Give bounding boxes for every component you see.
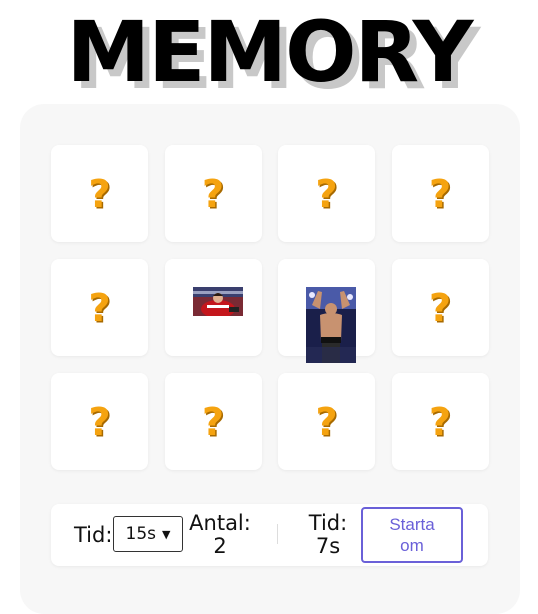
memory-card-12[interactable]: ?	[391, 373, 489, 470]
page-title: MEMORY	[66, 3, 474, 101]
question-mark-icon: ?	[428, 399, 452, 444]
restart-button[interactable]: Starta om	[361, 507, 463, 563]
question-mark-icon: ?	[201, 399, 225, 444]
elapsed-time: Tid: 7s	[286, 512, 370, 558]
question-mark-icon: ?	[315, 171, 338, 216]
divider	[277, 524, 278, 544]
memory-card-7-revealed[interactable]	[278, 259, 375, 363]
memory-card-2[interactable]: ?	[164, 145, 262, 242]
memory-card-11[interactable]: ?	[278, 373, 375, 470]
question-mark-icon: ?	[428, 285, 452, 330]
pair-count: Antal: 2	[188, 512, 252, 558]
memory-card-8[interactable]: ?	[391, 259, 489, 356]
memory-card-3[interactable]: ?	[278, 145, 375, 242]
memory-card-9[interactable]: ?	[51, 373, 148, 470]
restart-label-line2: om	[400, 536, 424, 555]
question-mark-icon: ?	[88, 399, 111, 444]
card-grid: ? ? ? ? ? ? ? ? ? ?	[51, 145, 489, 470]
question-mark-icon: ?	[88, 285, 111, 330]
pair-count-label: Antal:	[189, 511, 251, 535]
memory-card-6-revealed[interactable]	[164, 259, 262, 356]
elapsed-time-label: Tid:	[308, 511, 348, 535]
time-limit-select[interactable]: 15s ▼	[113, 516, 183, 552]
question-mark-icon: ?	[201, 171, 225, 216]
memory-card-1[interactable]: ?	[51, 145, 148, 242]
question-mark-icon: ?	[315, 399, 338, 444]
question-mark-icon: ?	[428, 171, 452, 216]
restart-label-line1: Starta	[389, 515, 435, 534]
chevron-down-icon: ▼	[162, 527, 171, 541]
question-mark-icon: ?	[88, 171, 111, 216]
wrestler-image	[306, 287, 356, 363]
memory-card-4[interactable]: ?	[391, 145, 489, 242]
hockey-player-image	[192, 287, 243, 316]
control-bar: Tid: 15s ▼ Antal: 2 Tid: 7s Starta om	[51, 504, 488, 566]
time-limit-label: Tid:	[74, 523, 113, 547]
memory-card-10[interactable]: ?	[164, 373, 262, 470]
elapsed-time-value: 7s	[315, 534, 341, 558]
game-board: ? ? ? ? ? ? ? ? ? ? Tid: 15s ▼ Antal: 2 …	[20, 104, 520, 614]
memory-card-5[interactable]: ?	[51, 259, 148, 356]
pair-count-value: 2	[213, 534, 227, 558]
time-limit-value: 15s	[125, 524, 157, 544]
